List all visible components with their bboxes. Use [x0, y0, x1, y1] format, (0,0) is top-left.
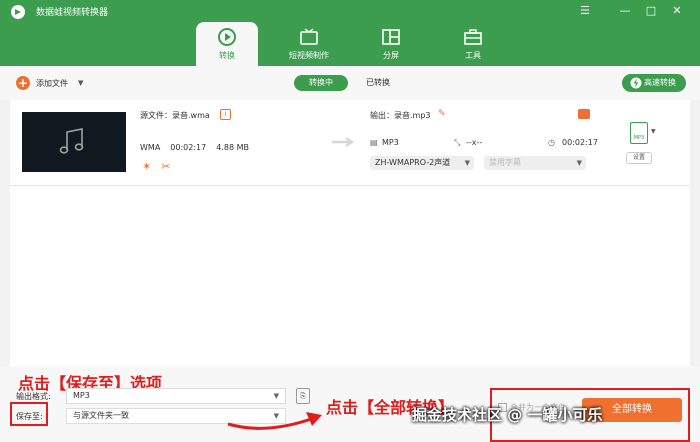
- chevron-down-icon: ▼: [464, 159, 470, 167]
- convert-icon: [218, 28, 236, 46]
- tab-tools[interactable]: 工具: [442, 22, 504, 66]
- add-files-label: 添加文件: [36, 78, 68, 88]
- output-meta: ▤ MP3 ⤡ --x-- ◷ 00:02:17: [370, 138, 598, 150]
- chevron-down-icon[interactable]: ▼: [651, 128, 656, 135]
- output-format-file-icon[interactable]: MP3: [630, 122, 648, 144]
- title-bar: 数据蛙视频转换器 ☰ — □ ✕ 转换 短视频制作 分屏 工具: [0, 0, 700, 66]
- tab-label: 分屏: [383, 51, 399, 60]
- output-format: MP3: [382, 138, 399, 147]
- tab-label: 短视频制作: [289, 51, 329, 60]
- add-files-button[interactable]: + 添加文件 ▼: [16, 75, 83, 91]
- resize-icon: ⤡: [454, 138, 461, 147]
- music-note-icon: [59, 128, 84, 154]
- subtitle-select[interactable]: 禁用字幕 ▼: [484, 156, 586, 170]
- tab-convert[interactable]: 转换: [196, 22, 258, 66]
- maximize-icon[interactable]: □: [644, 4, 658, 18]
- fast-convert-button[interactable]: 高速转换: [622, 74, 686, 92]
- minimize-icon[interactable]: —: [618, 4, 632, 18]
- audio-track-value: ZH-WMAPRO-2声道: [375, 158, 451, 167]
- info-icon[interactable]: i: [220, 109, 231, 120]
- tab-converted[interactable]: 已转换: [366, 75, 390, 91]
- format-badge: MP3: [633, 135, 645, 141]
- output-filename: 输出：录音.mp3: [370, 111, 431, 120]
- tab-label: 转换: [219, 51, 235, 60]
- audio-track-select[interactable]: ZH-WMAPRO-2声道 ▼: [370, 156, 474, 170]
- split-screen-icon: [382, 29, 400, 45]
- watermark-text: 掘金技术社区 @ 一罐小可乐: [412, 406, 603, 424]
- source-duration: 00:02:17: [170, 143, 207, 152]
- rename-pencil-icon[interactable]: ✎: [438, 109, 446, 119]
- output-format-label: 输出格式:: [16, 392, 51, 401]
- film-icon: ▤: [370, 138, 378, 147]
- plus-icon: +: [16, 76, 30, 90]
- tab-short-video[interactable]: 短视频制作: [278, 22, 340, 66]
- lightning-icon: [630, 77, 642, 89]
- chevron-down-icon: ▼: [576, 159, 582, 167]
- close-icon[interactable]: ✕: [670, 4, 684, 18]
- chevron-down-icon[interactable]: ▼: [78, 79, 83, 87]
- app-logo-icon: [11, 5, 25, 19]
- video-thumbnail[interactable]: [22, 112, 126, 172]
- source-size: 4.88 MB: [216, 143, 249, 152]
- clock-icon: ◷: [548, 138, 555, 147]
- file-list-area: [10, 186, 690, 366]
- tab-split-screen[interactable]: 分屏: [360, 22, 422, 66]
- arrow-right-icon: [332, 137, 355, 147]
- footer: 点击【保存至】选项 输出格式: MP3 ▼ ⎘ 保存至: 与源文件夹一致 ▼ 点…: [0, 366, 700, 442]
- source-filename: 源文件：录音.wma: [140, 111, 210, 120]
- tab-label: 工具: [465, 51, 481, 60]
- output-resolution: --x--: [466, 138, 483, 147]
- tv-icon: [300, 28, 318, 45]
- edit-tools: ✶ ✂: [142, 160, 170, 173]
- source-meta: WMA 00:02:17 4.88 MB: [140, 143, 249, 152]
- annotation-arrow: [227, 412, 322, 430]
- file-item: 源文件：录音.wma i WMA 00:02:17 4.88 MB ✶ ✂ 输出…: [10, 100, 690, 186]
- magic-wand-icon[interactable]: ✶: [142, 160, 151, 173]
- save-to-value: 与源文件夹一致: [73, 411, 129, 420]
- annotation-box-save: [10, 402, 48, 426]
- menu-icon[interactable]: ☰: [578, 4, 592, 18]
- app-title: 数据蛙视频转换器: [36, 8, 109, 18]
- scissors-icon[interactable]: ✂: [161, 160, 170, 173]
- toolbar: + 添加文件 ▼ 转换中 已转换 高速转换: [0, 66, 700, 100]
- subtitle-value: 禁用字幕: [489, 158, 521, 167]
- chevron-down-icon: ▼: [273, 392, 279, 400]
- format-settings-button[interactable]: 设置: [626, 152, 652, 164]
- toolbox-icon: [464, 29, 482, 45]
- output-duration: 00:02:17: [562, 138, 598, 147]
- source-format: WMA: [140, 143, 161, 152]
- fast-convert-label: 高速转换: [644, 78, 676, 87]
- output-settings-icon[interactable]: [578, 109, 590, 119]
- output-format-value: MP3: [73, 391, 90, 400]
- tab-converting[interactable]: 转换中: [294, 75, 348, 91]
